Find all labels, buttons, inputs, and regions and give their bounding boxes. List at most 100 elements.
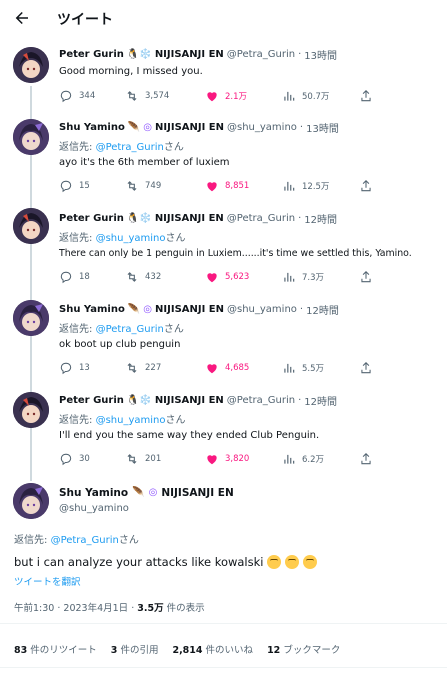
- reply-button[interactable]: 30: [59, 452, 90, 466]
- views-label: 件の表示: [166, 603, 205, 614]
- share-icon: [361, 453, 371, 465]
- tweet-actions: 30 201 3,820 6.2万: [59, 452, 379, 468]
- handle[interactable]: @Petra_Gurin: [227, 395, 295, 406]
- handle[interactable]: @Petra_Gurin: [227, 49, 295, 60]
- tweet-text: ayo it's the 6th member of luxiem: [59, 157, 230, 168]
- like-button[interactable]: 5,623: [205, 270, 249, 284]
- display-name[interactable]: Peter Gurin: [59, 395, 124, 406]
- penguin-snowflake-badge-icon: 🐧❄️: [126, 48, 152, 60]
- tweet-actions: 13 227 4,685 5.5万: [59, 361, 379, 377]
- avatar[interactable]: [13, 208, 49, 244]
- views-count: 12.5万: [302, 182, 330, 192]
- mention-link[interactable]: @shu_yamino: [96, 415, 166, 426]
- tweet-body: but i can analyze your attacks like kowa…: [14, 555, 264, 569]
- share-button[interactable]: [359, 361, 373, 375]
- retweet-button[interactable]: 227: [125, 361, 161, 375]
- quotes-stat[interactable]: 3 件の引用: [111, 642, 159, 656]
- share-button[interactable]: [359, 89, 373, 103]
- share-button[interactable]: [359, 270, 373, 284]
- avatar[interactable]: [13, 47, 49, 83]
- like-button[interactable]: 3,820: [205, 452, 249, 466]
- reply-count: 18: [79, 272, 90, 282]
- likes-stat[interactable]: 2,814 件のいいね: [172, 642, 253, 656]
- page-title: ツイート: [57, 12, 113, 28]
- tweet-text: There can only be 1 penguin in Luxiem...…: [59, 248, 412, 259]
- handle[interactable]: @shu_yamino: [227, 122, 297, 133]
- translate-link[interactable]: ツイートを翻訳: [14, 574, 81, 588]
- mention-link[interactable]: @Petra_Gurin: [96, 142, 164, 153]
- mention-link[interactable]: @Petra_Gurin: [96, 324, 164, 335]
- avatar[interactable]: [13, 300, 49, 336]
- retweet-button[interactable]: 3,574: [125, 89, 169, 103]
- reply-icon: [60, 453, 72, 466]
- timestamp[interactable]: 12時間: [304, 393, 337, 408]
- retweet-button[interactable]: 432: [125, 270, 161, 284]
- display-name[interactable]: Shu Yamino: [59, 487, 128, 499]
- main-author[interactable]: Shu Yamino 🪶 ◎ NIJISANJI EN: [59, 487, 234, 499]
- retweets-stat[interactable]: 83 件のリツイート: [14, 642, 97, 656]
- views-count: 50.7万: [302, 92, 330, 102]
- timestamp[interactable]: 12時間: [306, 302, 339, 317]
- feather-badge-icon: 🪶: [127, 303, 141, 315]
- avatar[interactable]: [13, 483, 49, 519]
- reply-count: 30: [79, 454, 90, 464]
- handle[interactable]: @Petra_Gurin: [227, 213, 295, 224]
- reply-to-line: 返信先: @Petra_Gurinさん: [14, 535, 139, 546]
- reply-button[interactable]: 18: [59, 270, 90, 284]
- timestamp[interactable]: 13時間: [306, 120, 339, 135]
- views-button[interactable]: 5.5万: [282, 361, 324, 375]
- back-arrow-icon[interactable]: [13, 9, 31, 27]
- divider: [0, 623, 447, 624]
- views-count: 5.5万: [302, 364, 325, 374]
- tweet-actions: 344 3,574 2.1万 50.7万: [59, 89, 379, 105]
- tweet-actions: 18 432 5,623 7.3万: [59, 270, 379, 286]
- share-icon: [361, 180, 371, 192]
- like-button[interactable]: 2.1万: [205, 89, 247, 103]
- timestamp[interactable]: 12時間: [304, 211, 337, 226]
- avatar[interactable]: [13, 392, 49, 428]
- views-button[interactable]: 6.2万: [282, 452, 324, 466]
- views-button[interactable]: 7.3万: [282, 270, 324, 284]
- handle[interactable]: @shu_yamino: [227, 304, 297, 315]
- tweet-meta: 午前1:30 · 2023年4月1日 · 3.5万 件の表示: [14, 603, 205, 614]
- views-button[interactable]: 50.7万: [282, 89, 329, 103]
- retweet-button[interactable]: 201: [125, 452, 161, 466]
- mention-link[interactable]: @Petra_Gurin: [51, 535, 119, 546]
- display-name[interactable]: Peter Gurin: [59, 49, 124, 60]
- like-count: 2.1万: [225, 92, 248, 102]
- views-count: 6.2万: [302, 455, 325, 465]
- tweet-text: Good morning, I missed you.: [59, 66, 203, 77]
- bookmarks-stat[interactable]: 12 ブックマーク: [267, 642, 340, 656]
- reply-icon: [60, 90, 72, 103]
- monocle-face-emoji-icon: [267, 555, 282, 569]
- timestamp[interactable]: 13時間: [304, 47, 337, 62]
- share-icon: [361, 90, 371, 102]
- display-name[interactable]: Shu Yamino: [59, 122, 125, 133]
- reply-button[interactable]: 13: [59, 361, 90, 375]
- retweet-button[interactable]: 749: [125, 179, 161, 193]
- reply-button[interactable]: 344: [59, 89, 95, 103]
- heart-filled-icon: [207, 364, 217, 374]
- like-count: 8,851: [225, 181, 250, 191]
- display-name[interactable]: Shu Yamino: [59, 304, 125, 315]
- post-time[interactable]: 午前1:30: [14, 603, 54, 614]
- handle[interactable]: @shu_yamino: [59, 503, 129, 514]
- share-button[interactable]: [359, 452, 373, 466]
- display-name[interactable]: Peter Gurin: [59, 213, 124, 224]
- retweet-count: 227: [145, 363, 162, 373]
- views-bar-icon: [284, 181, 295, 191]
- reply-button[interactable]: 15: [59, 179, 90, 193]
- views-count: 7.3万: [302, 273, 325, 283]
- like-count: 5,623: [225, 272, 250, 282]
- avatar[interactable]: [13, 119, 49, 155]
- like-button[interactable]: 4,685: [205, 361, 249, 375]
- monocle-face-emoji-icon: [285, 555, 300, 569]
- post-date[interactable]: 2023年4月1日: [63, 603, 128, 614]
- share-icon: [361, 271, 371, 283]
- share-button[interactable]: [359, 179, 373, 193]
- tweet-actions: 15 749 8,851 12.5万: [59, 179, 379, 195]
- mention-link[interactable]: @shu_yamino: [96, 233, 166, 244]
- views-button[interactable]: 12.5万: [282, 179, 329, 193]
- like-button[interactable]: 8,851: [205, 179, 249, 193]
- views-bar-icon: [284, 272, 295, 282]
